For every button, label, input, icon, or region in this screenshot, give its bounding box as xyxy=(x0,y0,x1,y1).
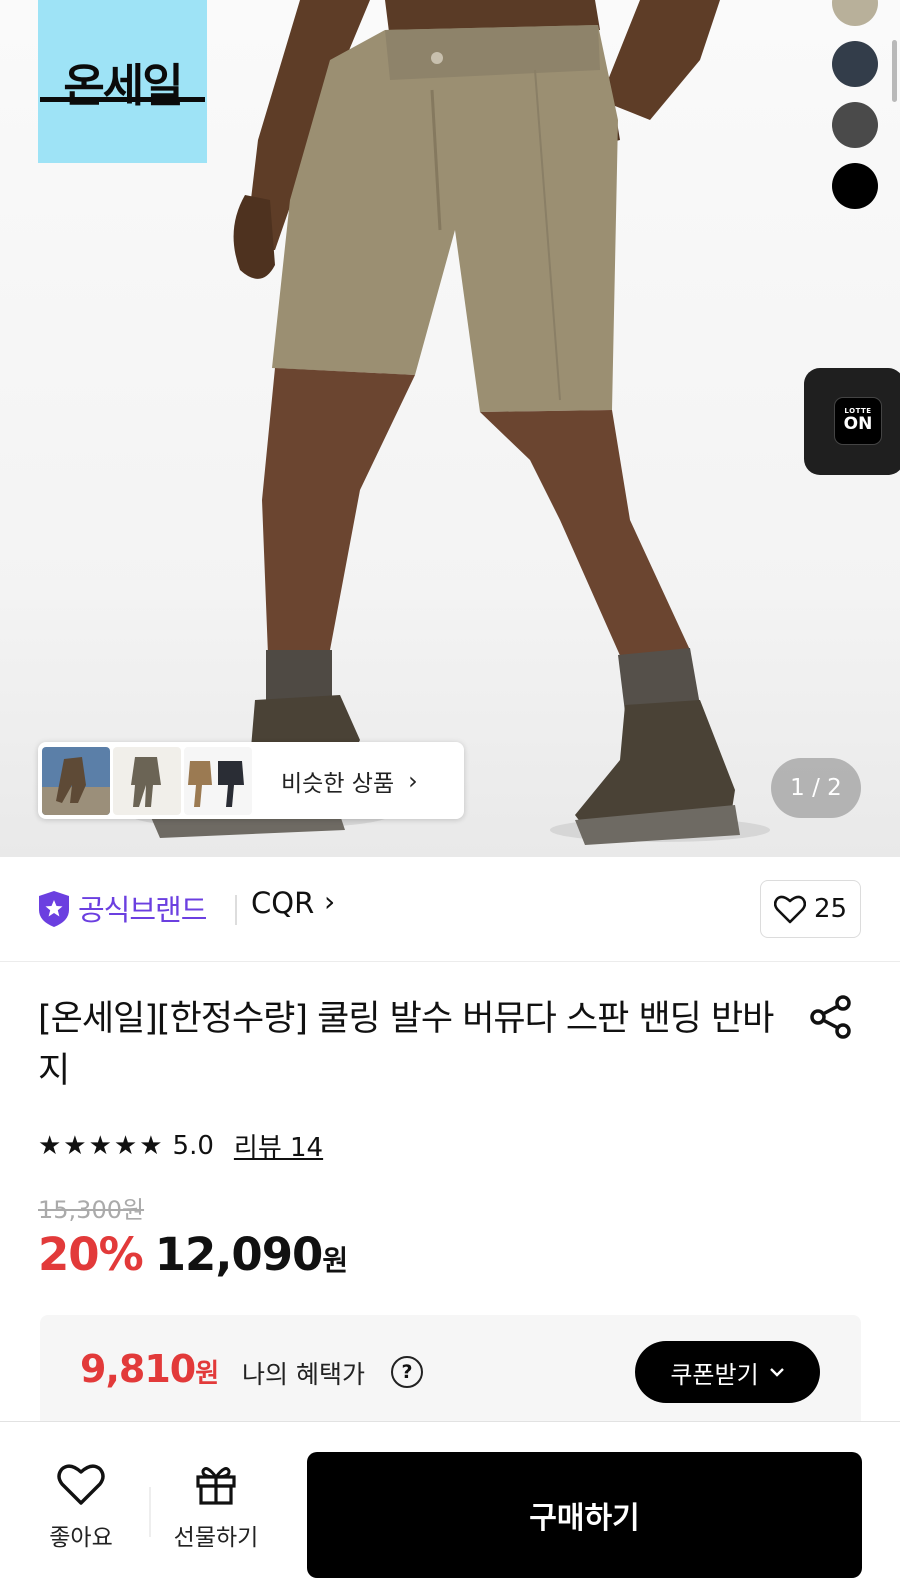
like-button[interactable]: 좋아요 xyxy=(36,1462,126,1552)
onsale-logo-text: 온세일 xyxy=(63,59,183,112)
discount-rate: 20% xyxy=(38,1228,144,1281)
original-price: 15,300원 xyxy=(38,1196,145,1224)
benefit-price: 9,810원 xyxy=(80,1347,219,1391)
color-swatch-charcoal[interactable] xyxy=(832,102,878,148)
similar-products-label: 비슷한 상품 xyxy=(281,770,395,797)
buy-button[interactable]: 구매하기 xyxy=(307,1452,862,1578)
benefit-price-unit: 원 xyxy=(195,1359,219,1389)
brand-name-link[interactable]: CQR xyxy=(251,886,314,920)
logo-underline xyxy=(40,97,205,102)
similar-products-button[interactable]: 비슷한 상품 › xyxy=(38,742,464,819)
like-count: 25 xyxy=(813,894,848,924)
like-label: 좋아요 xyxy=(49,1525,113,1551)
bottom-action-bar: 좋아요 선물하기 구매하기 xyxy=(0,1421,900,1584)
color-swatch-navy[interactable] xyxy=(832,41,878,87)
onsale-logo: 온세일 xyxy=(38,0,207,163)
gift-icon xyxy=(196,1467,236,1505)
chevron-right-icon: › xyxy=(408,766,418,795)
like-count-button[interactable]: 25 xyxy=(760,880,861,938)
review-count-link[interactable]: 리뷰 14 xyxy=(234,1127,323,1164)
gift-label: 선물하기 xyxy=(173,1525,259,1551)
star-rating-icon: ★★★★★ xyxy=(38,1130,165,1161)
heart-icon xyxy=(773,895,806,924)
benefit-price-label: 나의 혜택가 xyxy=(242,1360,365,1389)
heart-icon xyxy=(57,1464,105,1505)
rating-value: 5.0 xyxy=(172,1130,214,1161)
chevron-down-icon xyxy=(769,1368,784,1377)
product-image-carousel[interactable]: 온세일 LOTTE ON 비슷한 상품 › 1 / 2 xyxy=(0,0,900,857)
benefit-price-amount: 9,810 xyxy=(80,1347,196,1391)
similar-thumb-2 xyxy=(113,746,181,815)
official-brand-label: 공식브랜드 xyxy=(78,893,207,927)
similar-thumb-3 xyxy=(184,746,252,815)
rating-row: ★★★★★ 5.0 리뷰 14 xyxy=(38,1127,323,1164)
scrollbar[interactable] xyxy=(892,40,897,102)
lotte-on-icon: LOTTE ON xyxy=(834,397,882,445)
lotte-on-text-bottom: ON xyxy=(843,414,873,434)
gift-button[interactable]: 선물하기 xyxy=(166,1462,266,1552)
lotte-on-button[interactable]: LOTTE ON xyxy=(804,368,900,475)
image-page-indicator: 1 / 2 xyxy=(771,758,861,818)
share-icon[interactable] xyxy=(808,994,854,1040)
sale-price-unit: 원 xyxy=(322,1244,349,1277)
official-brand-badge-icon xyxy=(39,891,69,927)
brand-row: 공식브랜드 CQR › 25 xyxy=(0,857,900,962)
sale-price: 12,090 xyxy=(154,1228,324,1281)
color-swatch-khaki[interactable] xyxy=(832,0,878,26)
similar-thumb-1 xyxy=(42,746,110,815)
product-title: [온세일][한정수량] 쿨링 발수 버뮤다 스판 밴딩 반바지 xyxy=(38,999,774,1091)
bottom-divider xyxy=(149,1487,151,1537)
color-swatches xyxy=(832,0,878,209)
price-row: 20% 12,090 원 xyxy=(38,1228,348,1281)
color-swatch-black[interactable] xyxy=(832,163,878,209)
help-icon[interactable]: ? xyxy=(391,1356,423,1388)
chevron-right-icon: › xyxy=(324,885,336,918)
get-coupon-label: 쿠폰받기 xyxy=(670,1360,759,1389)
get-coupon-button[interactable]: 쿠폰받기 xyxy=(635,1341,820,1403)
brand-divider xyxy=(235,895,237,925)
